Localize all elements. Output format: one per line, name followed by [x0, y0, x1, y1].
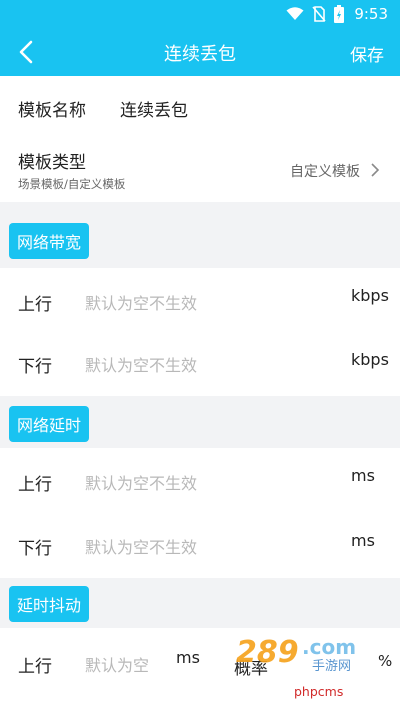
bandwidth-down-label: 下行: [18, 357, 52, 377]
watermark-logo: 289 .com 手游网: [236, 635, 356, 674]
save-button[interactable]: 保存: [350, 41, 384, 66]
template-type-sub: 场景模板/自定义模板: [18, 177, 126, 191]
status-time: 9:53: [354, 5, 388, 23]
section-chip-jitter: 延时抖动: [9, 586, 90, 622]
bandwidth-down-unit: kbps: [351, 350, 389, 369]
bandwidth-down-row: 下行 默认为空不生效 kbps: [0, 332, 400, 396]
template-type-value[interactable]: 自定义模板: [290, 161, 360, 181]
latency-down-row: 下行 默认为空不生效 ms: [0, 512, 400, 578]
section-header-jitter: 延时抖动: [0, 578, 400, 628]
template-name-value[interactable]: 连续丢包: [120, 96, 188, 121]
svg-text:.com: .com: [302, 635, 356, 659]
template-type-row[interactable]: 模板类型 场景模板/自定义模板 自定义模板: [0, 138, 400, 202]
chevron-right-icon: [371, 163, 380, 177]
svg-text:289: 289: [236, 635, 299, 670]
latency-up-unit: ms: [351, 466, 375, 485]
watermark-text: phpcms: [294, 684, 344, 699]
latency-down-unit: ms: [351, 531, 375, 550]
section-header-latency: 网络延时: [0, 396, 400, 448]
status-bar: 9:53: [0, 0, 400, 28]
latency-down-input[interactable]: 默认为空不生效: [85, 534, 325, 558]
no-sim-icon: [312, 6, 326, 22]
section-header-bandwidth: 网络带宽: [0, 202, 400, 268]
jitter-up-unit: ms: [176, 648, 200, 667]
bandwidth-up-unit: kbps: [351, 286, 389, 305]
page-title: 连续丢包: [164, 44, 236, 65]
section-chip-latency: 网络延时: [9, 406, 90, 442]
latency-up-label: 上行: [18, 475, 52, 495]
latency-up-input[interactable]: 默认为空不生效: [85, 470, 325, 494]
status-icons: 9:53: [286, 4, 388, 24]
jitter-up-label: 上行: [18, 657, 52, 677]
wifi-icon: [286, 7, 304, 20]
bandwidth-up-label: 上行: [18, 295, 52, 315]
template-name-label: 模板名称: [18, 101, 86, 121]
svg-text:手游网: 手游网: [312, 659, 351, 674]
latency-down-label: 下行: [18, 539, 52, 559]
jitter-up-input[interactable]: 默认为空: [85, 652, 165, 676]
bandwidth-up-row: 上行 默认为空不生效 kbps: [0, 268, 400, 332]
app-bar: 连续丢包 保存: [0, 28, 400, 76]
section-chip-bandwidth: 网络带宽: [9, 223, 90, 259]
bandwidth-up-input[interactable]: 默认为空不生效: [85, 290, 325, 314]
bandwidth-down-input[interactable]: 默认为空不生效: [85, 352, 325, 376]
battery-icon: [334, 5, 345, 23]
template-name-row[interactable]: 模板名称 连续丢包: [0, 76, 400, 138]
latency-up-row: 上行 默认为空不生效 ms: [0, 448, 400, 512]
template-type-label: 模板类型: [18, 153, 86, 173]
